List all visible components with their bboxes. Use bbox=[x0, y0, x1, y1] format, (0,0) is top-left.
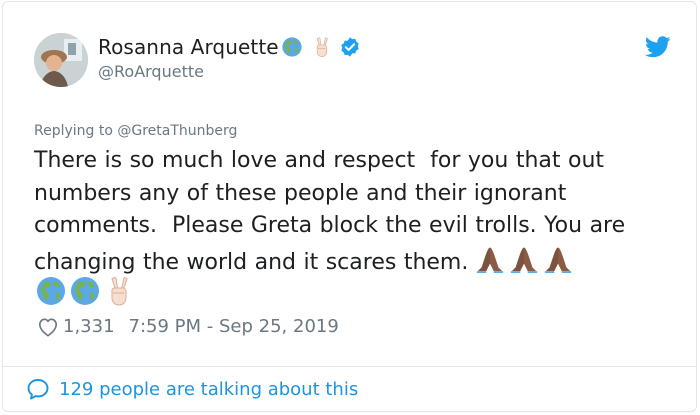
talking-count-text[interactable]: 129 people are talking about this bbox=[59, 379, 358, 400]
speech-bubble-icon bbox=[27, 379, 49, 400]
folded-hands-emoji-icon bbox=[474, 243, 506, 273]
tweet-timestamp[interactable]: 7:59 PM - Sep 25, 2019 bbox=[129, 316, 339, 337]
globe-emoji-icon bbox=[69, 275, 101, 307]
author-name-row: Rosanna Arquette bbox=[98, 35, 361, 59]
author-display-name[interactable]: Rosanna Arquette bbox=[98, 35, 279, 59]
victory-hand-emoji-icon bbox=[103, 275, 135, 307]
tweet-trailing-emojis bbox=[35, 275, 135, 307]
divider bbox=[3, 366, 696, 367]
avatar-photo bbox=[34, 33, 88, 87]
replying-to-label[interactable]: Replying to @GretaThunberg bbox=[34, 123, 237, 139]
avatar[interactable] bbox=[34, 33, 88, 87]
tweet-text: There is so much love and respect for yo… bbox=[34, 145, 684, 279]
tweet-meta-row: 1,331 7:59 PM - Sep 25, 2019 bbox=[37, 316, 339, 337]
folded-hands-emoji-icon bbox=[542, 243, 574, 273]
globe-emoji-icon bbox=[35, 275, 67, 307]
tweet-card: Rosanna Arquette @RoArquette Replying to… bbox=[2, 1, 697, 412]
verified-badge-icon bbox=[340, 37, 359, 57]
conversation-link[interactable]: 129 people are talking about this bbox=[26, 378, 358, 400]
like-count[interactable]: 1,331 bbox=[63, 316, 115, 337]
heart-icon[interactable] bbox=[37, 317, 59, 337]
twitter-bird-icon[interactable] bbox=[645, 36, 671, 58]
author-handle[interactable]: @RoArquette bbox=[98, 62, 204, 81]
tweet-inline-emojis bbox=[474, 243, 574, 273]
globe-emoji-icon bbox=[281, 36, 303, 58]
victory-hand-emoji-icon bbox=[311, 36, 333, 58]
folded-hands-emoji-icon bbox=[508, 243, 540, 273]
